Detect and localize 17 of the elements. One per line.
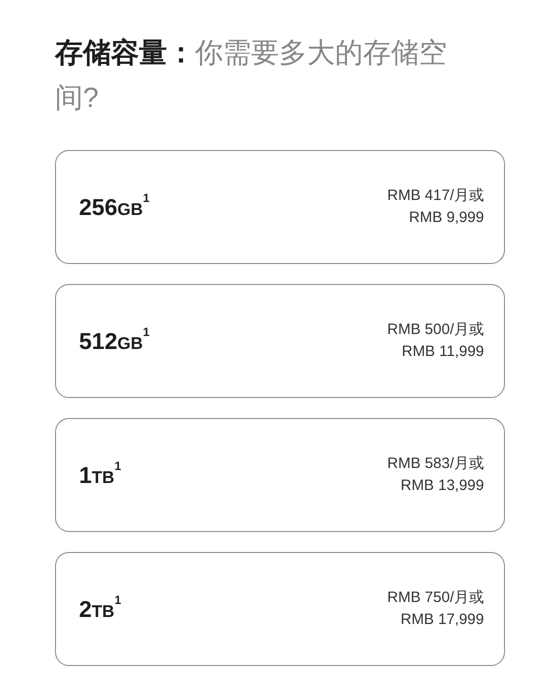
capacity-label: 2TB$^{1}$ bbox=[79, 592, 122, 624]
storage-option[interactable]: 256GB$^{1}$ RMB 417/月或 RMB 9,999 bbox=[55, 150, 505, 264]
capacity-label: 512GB$^{1}$ bbox=[79, 324, 150, 356]
full-price: RMB 17,999 bbox=[400, 610, 484, 630]
monthly-price: RMB 750/月或 bbox=[387, 588, 484, 608]
full-price: RMB 13,999 bbox=[400, 476, 484, 496]
section-heading: 存储容量：你需要多大的存储空间? bbox=[55, 36, 448, 115]
storage-option[interactable]: 2TB$^{1}$ RMB 750/月或 RMB 17,999 bbox=[55, 552, 505, 666]
monthly-price: RMB 500/月或 bbox=[387, 320, 484, 340]
capacity-label: 1TB$^{1}$ bbox=[79, 458, 122, 490]
storage-option[interactable]: 1TB$^{1}$ RMB 583/月或 RMB 13,999 bbox=[55, 418, 505, 532]
capacity-label: 256GB$^{1}$ bbox=[79, 190, 150, 222]
storage-option[interactable]: 512GB$^{1}$ RMB 500/月或 RMB 11,999 bbox=[55, 284, 505, 398]
full-price: RMB 11,999 bbox=[402, 342, 484, 362]
monthly-price: RMB 417/月或 bbox=[387, 186, 484, 206]
full-price: RMB 9,999 bbox=[408, 208, 484, 228]
monthly-price: RMB 583/月或 bbox=[387, 454, 484, 474]
